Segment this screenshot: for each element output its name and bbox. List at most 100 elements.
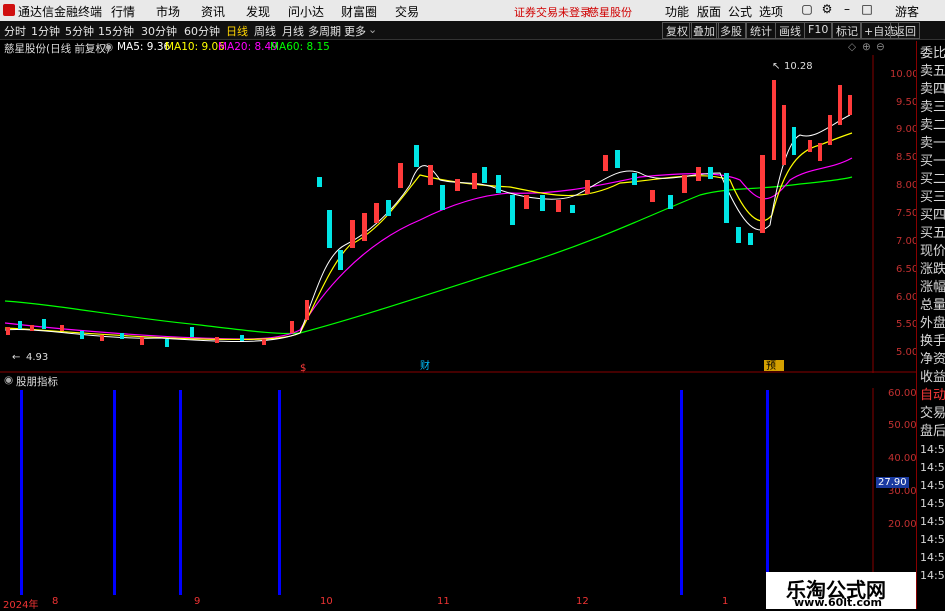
date-tick: 8	[52, 596, 59, 607]
overlay-button[interactable]: 叠加	[689, 22, 719, 39]
mark-button[interactable]: 标记	[832, 22, 862, 39]
candle	[760, 155, 765, 233]
price-tick: 9.00	[896, 124, 919, 135]
menu-item-discover[interactable]: 发现	[246, 3, 270, 20]
panel-label: 卖五	[920, 64, 945, 79]
indicator-info-bar: 慈星股份(日线 前复权) ◉ MA5: 9.36 MA10: 9.06 MA20…	[0, 41, 915, 55]
sub-indicator-chart[interactable]	[0, 388, 916, 596]
panel-label: 盘后	[920, 424, 945, 439]
candle	[338, 250, 343, 270]
event-marker-1[interactable]: $	[300, 363, 306, 373]
candle	[524, 195, 529, 209]
period-tab-timeshare[interactable]: 分时	[4, 23, 26, 39]
menu-item-ask[interactable]: 问小达	[288, 3, 324, 20]
menu-item-formula[interactable]: 公式	[728, 3, 752, 20]
menu-item-market[interactable]: 市场	[156, 3, 180, 20]
period-tab-monthly[interactable]: 月线	[282, 23, 304, 39]
high-price-label: 10.28	[784, 61, 813, 72]
menu-item-wealth[interactable]: 财富圈	[341, 3, 377, 20]
stats-button[interactable]: 统计	[746, 22, 776, 39]
user-label[interactable]: 游客	[895, 3, 919, 20]
date-tick: 11	[437, 596, 450, 607]
candle	[350, 220, 355, 248]
kline-chart[interactable]: ↖ 10.28 ← 4.93 $ 财 预	[0, 55, 916, 373]
panel-label: 换手	[920, 334, 945, 349]
period-tab-30min[interactable]: 30分钟	[141, 23, 177, 39]
ma60-value: MA60: 8.15	[270, 41, 330, 53]
candle	[80, 331, 84, 339]
date-tick: 10	[320, 596, 333, 607]
event-marker-3[interactable]: 预	[766, 360, 776, 372]
candle	[42, 319, 46, 329]
candle	[556, 200, 561, 212]
settings-icon[interactable]: ⚙	[820, 2, 834, 18]
period-tab-daily[interactable]: 日线	[226, 23, 248, 39]
restore-icon[interactable]: ▢	[800, 2, 814, 18]
candle	[327, 210, 332, 248]
panel-label: 买一	[920, 154, 945, 169]
candle	[650, 190, 655, 202]
price-tick: 8.00	[896, 180, 919, 191]
signal-bar	[179, 390, 182, 595]
sub-current-value: 27.90	[876, 477, 909, 488]
candle	[362, 213, 367, 241]
panel-label-auto[interactable]: 自动	[920, 387, 945, 405]
panel-label: 净资	[920, 352, 945, 367]
diamond-icon[interactable]: ◇	[848, 41, 856, 53]
price-axis: 10.00 9.50 9.00 8.50 8.00 7.50 7.00 6.50…	[876, 55, 919, 373]
period-tab-5min[interactable]: 5分钟	[65, 23, 94, 39]
menu-item-layout[interactable]: 版面	[697, 3, 721, 20]
candle	[120, 333, 124, 339]
candle	[668, 195, 673, 209]
panel-time: 14:56	[920, 461, 945, 474]
chart-title[interactable]: 慈星股份(日线 前复权)	[4, 41, 110, 56]
ma5-value: MA5: 9.36	[117, 41, 171, 53]
zoom-in-icon[interactable]: ⊕	[862, 41, 871, 53]
panel-label: 买三	[920, 190, 945, 205]
sub-settings-icon[interactable]: ◉	[4, 374, 13, 386]
minimize-icon[interactable]: –	[840, 2, 854, 18]
menu-item-options[interactable]: 选项	[759, 3, 783, 20]
menu-item-trade[interactable]: 交易	[395, 3, 419, 20]
panel-label: 买五	[920, 226, 945, 241]
menu-item-news[interactable]: 资讯	[201, 3, 225, 20]
price-tick: 6.50	[896, 264, 919, 275]
app-title: 通达信金融终端	[18, 5, 103, 19]
settings-dot-icon[interactable]: ◉	[104, 41, 113, 53]
sub-tick: 40.00	[888, 453, 917, 464]
back-button[interactable]: 返回	[890, 22, 920, 39]
candle	[60, 325, 64, 331]
panel-label[interactable]: 委比	[920, 45, 945, 63]
period-tab-15min[interactable]: 15分钟	[98, 23, 134, 39]
adjust-button[interactable]: 复权	[662, 22, 692, 39]
panel-time: 14:56	[920, 569, 945, 582]
draw-button[interactable]: 画线	[775, 22, 805, 39]
candle	[317, 177, 322, 187]
period-tab-1min[interactable]: 1分钟	[31, 23, 60, 39]
price-tick: 8.50	[896, 152, 919, 163]
login-status[interactable]: 证券交易未登录	[514, 4, 591, 20]
candle	[585, 180, 590, 194]
zoom-out-icon[interactable]: ⊖	[876, 41, 885, 53]
period-tab-more[interactable]: 更多	[344, 23, 366, 39]
candle	[398, 163, 403, 188]
period-tab-multi[interactable]: 多周期	[308, 23, 341, 39]
f10-button[interactable]: F10	[804, 22, 833, 39]
panel-label: 卖二	[920, 118, 945, 133]
panel-time: 14:56	[920, 515, 945, 528]
candle	[510, 195, 515, 225]
sub-indicator-title[interactable]: 股朋指标	[16, 374, 58, 389]
multi-stock-button[interactable]: 多股	[716, 22, 746, 39]
maximize-icon[interactable]: □	[860, 2, 874, 18]
period-tab-60min[interactable]: 60分钟	[184, 23, 220, 39]
menu-item-function[interactable]: 功能	[665, 3, 689, 20]
candle	[482, 167, 487, 183]
price-tick: 6.00	[896, 292, 919, 303]
event-marker-2[interactable]: 财	[420, 359, 430, 372]
more-chevron-icon[interactable]: ⌄	[368, 23, 377, 36]
candle	[215, 337, 219, 343]
panel-label: 涨幅	[920, 280, 945, 295]
menu-item-quotes[interactable]: 行情	[111, 3, 135, 20]
candle	[615, 150, 620, 168]
period-tab-weekly[interactable]: 周线	[254, 23, 276, 39]
